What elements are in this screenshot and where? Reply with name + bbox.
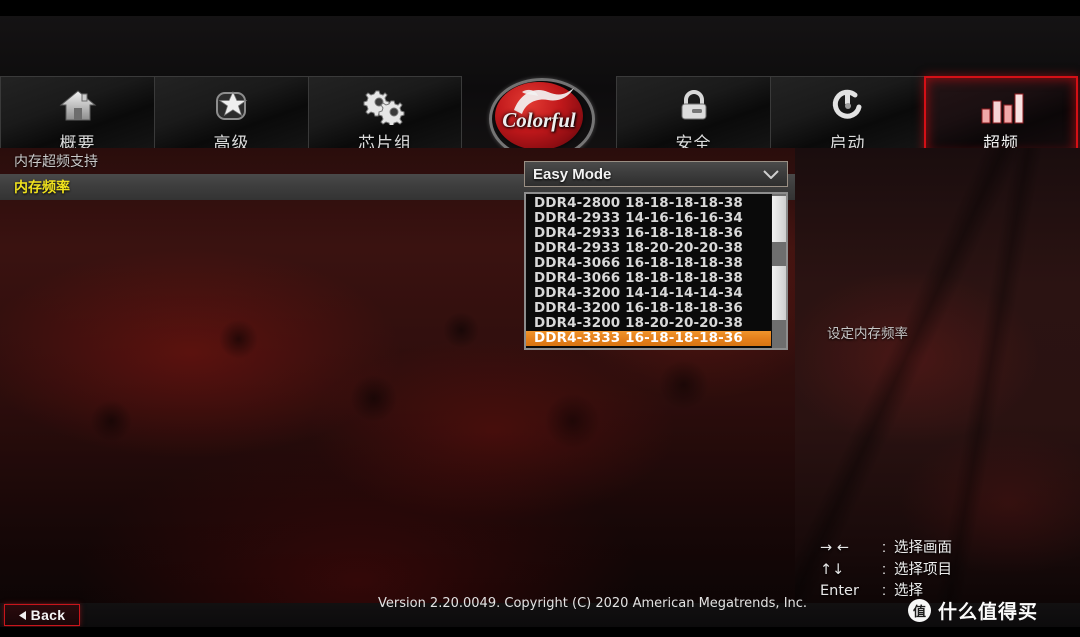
key-colon: : xyxy=(882,583,887,599)
dropdown-option[interactable]: DDR4-2800 18-18-18-18-38 xyxy=(526,196,771,211)
tab-overclocking[interactable]: 超频 xyxy=(924,76,1078,156)
header-bar: 概要 高级 芯片组 Colorful 安全 启动 超频 xyxy=(0,16,1080,160)
key-colon: : xyxy=(882,561,887,578)
dropdown-scrollbar[interactable] xyxy=(771,194,786,348)
dropdown-option[interactable]: DDR4-3200 16-18-18-18-36 xyxy=(526,301,771,316)
tab-overview[interactable]: 概要 xyxy=(0,76,154,156)
key-name: → ← xyxy=(820,540,849,556)
setting-label: 内存频率 xyxy=(14,180,70,196)
setting-label: 内存超频支持 xyxy=(14,154,98,170)
star-icon xyxy=(211,85,253,127)
triangle-left-icon xyxy=(18,610,26,620)
memory-frequency-dropdown-list[interactable]: DDR4-2800 18-18-18-18-38 DDR4-2933 14-16… xyxy=(524,192,788,350)
power-icon xyxy=(828,85,868,127)
scrollbar-thumb-upper[interactable] xyxy=(772,196,786,242)
key-action: 选择画面 xyxy=(894,540,952,556)
key-action: 选择项目 xyxy=(894,561,952,578)
dropdown-option[interactable]: DDR4-2933 14-16-16-16-34 xyxy=(526,211,771,226)
home-icon xyxy=(58,85,98,127)
key-legend-row: ↑↓ : 选择项目 xyxy=(820,558,1070,580)
key-name: Enter xyxy=(820,583,859,599)
dropdown-option-selected[interactable]: DDR4-3333 16-18-18-18-36 xyxy=(526,331,771,346)
chevron-down-icon xyxy=(763,169,779,179)
background-art-right xyxy=(795,148,1080,603)
dropdown-options: DDR4-2800 18-18-18-18-38 DDR4-2933 14-16… xyxy=(526,194,771,348)
top-black-band xyxy=(0,0,1080,16)
scrollbar-thumb-lower[interactable] xyxy=(772,266,786,320)
dropdown-option[interactable]: DDR4-3066 16-18-18-18-38 xyxy=(526,256,771,271)
bios-screen: 概要 高级 芯片组 Colorful 安全 启动 超频 内存超频支持 内存频率 … xyxy=(0,0,1080,637)
tab-chipset[interactable]: 芯片组 xyxy=(308,76,462,156)
back-button[interactable]: Back xyxy=(4,604,80,626)
watermark: 值 什么值得买 xyxy=(908,597,1038,624)
key-name: ↑↓ xyxy=(820,561,845,578)
brand-logo: Colorful xyxy=(462,76,616,160)
lock-icon xyxy=(674,85,714,127)
watermark-badge-icon: 值 xyxy=(908,599,931,622)
brand-text: Colorful xyxy=(502,108,576,132)
dropdown-option[interactable]: DDR4-2933 18-20-20-20-38 xyxy=(526,241,771,256)
dropdown-option[interactable]: DDR4-3066 18-18-18-18-38 xyxy=(526,271,771,286)
version-text: Version 2.20.0049. Copyright (C) 2020 Am… xyxy=(378,596,808,611)
dropdown-option[interactable]: DDR4-3200 14-14-14-14-34 xyxy=(526,286,771,301)
bar-chart-icon xyxy=(978,86,1024,127)
tab-advanced[interactable]: 高级 xyxy=(154,76,308,156)
gears-icon xyxy=(362,85,408,127)
help-description: 设定内存频率 xyxy=(827,326,908,342)
bottom-black-band xyxy=(0,627,1080,637)
key-colon: : xyxy=(882,540,887,556)
tab-boot[interactable]: 启动 xyxy=(770,76,924,156)
memory-frequency-select[interactable]: Easy Mode xyxy=(524,161,788,187)
back-label: Back xyxy=(30,607,66,623)
dropdown-option[interactable]: DDR4-3200 18-20-20-20-38 xyxy=(526,316,771,331)
dropdown-option[interactable]: DDR4-2933 16-18-18-18-36 xyxy=(526,226,771,241)
watermark-text: 什么值得买 xyxy=(938,601,1039,623)
tab-security[interactable]: 安全 xyxy=(616,76,770,156)
key-legend-row: → ← : 选择画面 xyxy=(820,536,1070,558)
select-value: Easy Mode xyxy=(533,165,612,183)
tab-strip: 概要 高级 芯片组 Colorful 安全 启动 超频 xyxy=(0,76,1080,160)
